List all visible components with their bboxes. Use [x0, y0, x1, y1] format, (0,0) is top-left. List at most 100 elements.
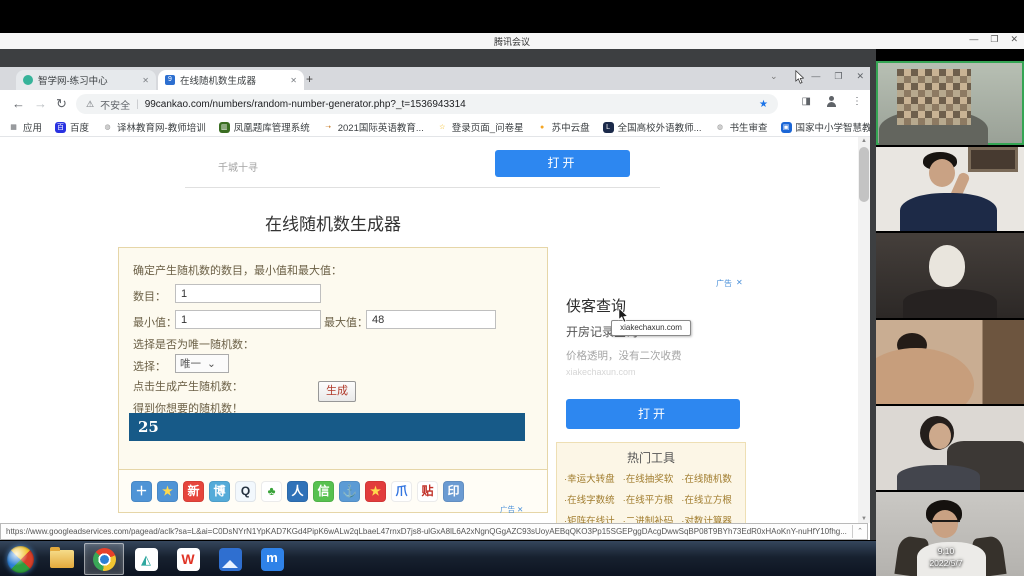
unique-select[interactable]: 唯一 ⌄	[175, 354, 229, 373]
bookmark-favicon-icon: L	[603, 122, 614, 133]
bookmark-star-icon[interactable]: ★	[759, 99, 768, 110]
vertical-scrollbar[interactable]: ▲ ▼	[858, 137, 870, 523]
taskbar-clock[interactable]: 9:10 2022/5/7	[920, 545, 972, 570]
sidebar-ad-title[interactable]: 侠客查询	[566, 295, 626, 316]
scroll-down-icon[interactable]: ▼	[858, 516, 870, 522]
hot-tool-link[interactable]: ·在线立方根	[681, 490, 740, 511]
participant-video[interactable]	[876, 147, 1024, 231]
bookmark-item[interactable]: ●苏中云盘	[537, 120, 590, 134]
profile-avatar-icon[interactable]	[826, 96, 837, 107]
hot-tools-grid: ·幸运大转盘·在线抽奖软·在线随机数 ·在线字数统·在线平方根·在线立方根 ·矩阵在…	[564, 469, 740, 523]
generate-button[interactable]: 生成	[318, 381, 356, 402]
bookmark-item[interactable]: 百百度	[55, 120, 89, 134]
start-orb-icon[interactable]	[7, 546, 34, 573]
bookmark-favicon-icon: ◍	[715, 122, 726, 133]
min-input[interactable]	[175, 310, 321, 329]
meeting-close-button[interactable]: ✕	[1010, 34, 1018, 45]
hot-tool-link[interactable]: ·在线随机数	[681, 469, 740, 490]
bookmark-label: 2021国际英语教育...	[338, 120, 424, 134]
taskbar-photos-button[interactable]	[210, 543, 250, 575]
tab-zhixuewang[interactable]: 智学网-练习中心 ✕	[16, 70, 156, 90]
qzone-icon[interactable]: ★	[365, 481, 386, 502]
participant-video[interactable]	[876, 406, 1024, 490]
bookmark-item[interactable]: ☆登录页面_问卷星	[437, 120, 524, 134]
taskbar-screenshare-app-button[interactable]: ◭	[126, 543, 166, 575]
count-input[interactable]	[175, 284, 321, 303]
meeting-maximize-button[interactable]: ❐	[990, 34, 998, 45]
browser-close-button[interactable]: ✕	[856, 71, 864, 82]
sidebar-ad-open-button[interactable]: 打开	[566, 399, 740, 429]
scroll-up-icon[interactable]: ▲	[858, 138, 870, 144]
clock-time: 9:10	[920, 545, 972, 557]
renren-icon[interactable]: 人	[287, 481, 308, 502]
sidebar-ad-line3: xiakechaxun.com	[566, 367, 636, 377]
taskbar-chrome-button[interactable]	[84, 543, 124, 575]
bookmark-favicon-icon: ☆	[437, 122, 448, 133]
ad-label: 广告	[500, 505, 515, 514]
tencent-weibo-icon[interactable]: 博	[209, 481, 230, 502]
forward-button[interactable]: →	[34, 96, 47, 111]
bookmark-label: 译林教育网-教师培训	[117, 120, 206, 134]
back-button[interactable]: ←	[12, 96, 25, 111]
ad-close-icon[interactable]: ✕	[517, 505, 523, 514]
qq-icon[interactable]: Q	[235, 481, 256, 502]
picture-frame	[968, 147, 1018, 172]
bookmark-label: 苏中云盘	[552, 120, 590, 134]
bookmark-item[interactable]: ▥凤凰题库管理系统	[219, 120, 310, 134]
ad-close-icon[interactable]: ✕	[736, 278, 743, 289]
tab-random-generator[interactable]: 9 在线随机数生成器 ✕	[158, 70, 304, 90]
bookmark-item[interactable]: ➝2021国际英语教育...	[323, 120, 424, 134]
bookmark-item[interactable]: ▣国家中小学智慧教...	[781, 120, 870, 134]
participant-video[interactable]	[876, 320, 1024, 404]
max-input[interactable]	[366, 310, 496, 329]
bookmark-item[interactable]: ◍译林教育网-教师培训	[102, 120, 206, 134]
new-tab-button[interactable]: +	[306, 72, 313, 86]
print-icon[interactable]: 印	[443, 481, 464, 502]
tab-favicon	[23, 75, 33, 85]
qq-bookmark-icon[interactable]: ★	[157, 481, 178, 502]
min-label: 最小值：	[133, 314, 177, 330]
bookmark-item[interactable]: ◍书生审查	[715, 120, 768, 134]
hot-tool-link[interactable]: ·幸运大转盘	[564, 469, 623, 490]
hot-tool-link[interactable]: ·在线平方根	[623, 490, 682, 511]
status-expand-icon[interactable]: ⌃	[852, 525, 867, 538]
taskbar-meeting-app-button[interactable]: m	[252, 543, 292, 575]
participant-video[interactable]	[876, 61, 1024, 145]
browser-minimize-button[interactable]: —	[811, 71, 820, 82]
bookmark-favicon-icon: 百	[55, 122, 66, 133]
hot-tool-link[interactable]: ·矩阵在线计	[564, 511, 623, 523]
menu-dots-icon[interactable]: ⋮	[852, 96, 862, 107]
scrollbar-thumb[interactable]	[859, 147, 869, 202]
share-add-icon[interactable]: ＋	[131, 481, 152, 502]
tieba-icon[interactable]: 贴	[417, 481, 438, 502]
tab-close-icon[interactable]: ✕	[142, 76, 149, 85]
shared-screen: 智学网-练习中心 ✕ 9 在线随机数生成器 ✕ + ⌄ — ❐ ✕	[0, 49, 876, 576]
taskbar-explorer-button[interactable]	[42, 543, 82, 575]
participant-video[interactable]	[876, 233, 1024, 317]
bookmark-label: 国家中小学智慧教...	[796, 120, 870, 134]
chevron-down-icon: ⌄	[770, 71, 778, 82]
wechat-icon[interactable]: 信	[313, 481, 334, 502]
bookmark-item[interactable]: ▦应用	[8, 120, 42, 134]
baidu-collect-icon[interactable]: 爪	[391, 481, 412, 502]
browser-restore-button[interactable]: ❐	[834, 71, 842, 82]
count-label: 数目：	[133, 288, 166, 304]
tab-close-icon[interactable]: ✕	[290, 76, 297, 85]
reload-button[interactable]: ↻	[56, 96, 67, 112]
warning-icon: ⚠	[86, 99, 94, 110]
hot-tool-link[interactable]: ·二进制补码	[623, 511, 682, 523]
photo-viewer-icon	[219, 548, 242, 571]
yixin-icon[interactable]: ⚓	[339, 481, 360, 502]
hot-tool-link[interactable]: ·在线字数统	[564, 490, 623, 511]
top-ad-open-button[interactable]: 打开	[495, 150, 630, 177]
sina-weibo-icon[interactable]: 新	[183, 481, 204, 502]
bookmark-item[interactable]: L全国高校外语教师...	[603, 120, 702, 134]
meeting-app-icon: m	[261, 548, 284, 571]
side-panel-icon[interactable]: ◨	[802, 96, 811, 107]
taskbar-wps-button[interactable]: W	[168, 543, 208, 575]
hot-tool-link[interactable]: ·在线抽奖软	[623, 469, 682, 490]
kaixin-icon[interactable]: ♣	[261, 481, 282, 502]
meeting-minimize-button[interactable]: —	[969, 34, 978, 45]
hot-tool-link[interactable]: ·对数计算器	[681, 511, 740, 523]
address-bar[interactable]: ⚠ 不安全 | 99cankao.com/numbers/random-numb…	[76, 94, 778, 114]
